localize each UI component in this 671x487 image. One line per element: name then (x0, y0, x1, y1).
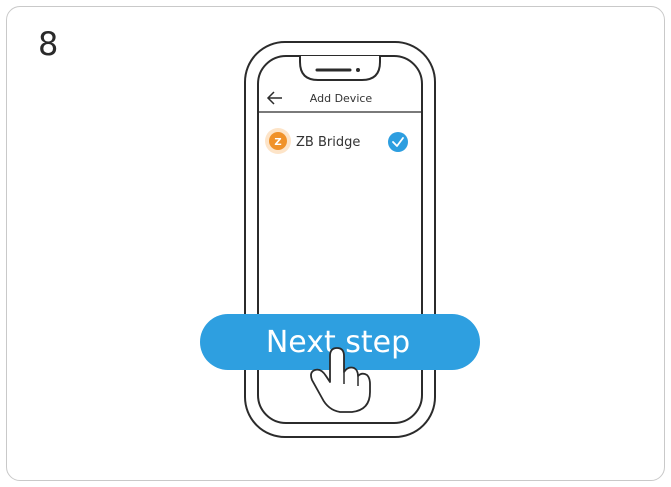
selected-check-circle[interactable] (388, 132, 408, 152)
phone-notch (299, 56, 381, 81)
phone-camera (356, 68, 360, 72)
screen-title: Add Device (310, 92, 373, 105)
device-name: ZB Bridge (296, 135, 360, 150)
phone-illustration: Add Device Z ZB Bridge Next step (200, 41, 480, 438)
zigbee-logo-letter: Z (274, 137, 281, 148)
